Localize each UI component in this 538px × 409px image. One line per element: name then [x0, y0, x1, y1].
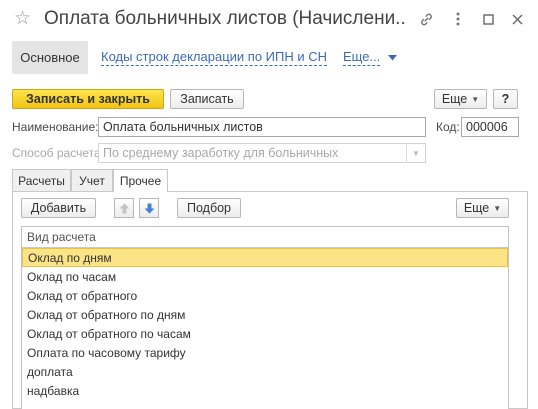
method-select: По среднему заработку для больничных ▼ — [98, 143, 426, 163]
maximize-icon[interactable] — [478, 9, 498, 29]
table-row[interactable]: Оклад от обратного по дням — [22, 305, 508, 324]
move-down-button[interactable] — [139, 198, 159, 218]
list-more-button[interactable]: Еще ▼ — [456, 198, 509, 218]
tab-calculations[interactable]: Расчеты — [12, 169, 71, 191]
arrow-up-icon — [119, 203, 129, 213]
caret-down-icon: ▼ — [493, 203, 502, 213]
tab-accounting[interactable]: Учет — [71, 169, 113, 191]
arrow-down-icon — [144, 203, 154, 213]
nav-codes-link[interactable]: Коды строк декларации по ИПН и СН — [101, 49, 327, 66]
close-icon[interactable] — [507, 9, 527, 29]
save-button[interactable]: Записать — [170, 89, 244, 109]
table-row[interactable]: надбавка — [22, 381, 508, 400]
dropdown-arrow-icon: ▼ — [406, 144, 425, 162]
name-field[interactable]: Оплата больничных листов — [98, 117, 426, 137]
add-button[interactable]: Добавить — [21, 198, 96, 218]
table-row[interactable]: Оклад от обратного по часам — [22, 324, 508, 343]
favorite-star-icon[interactable]: ☆ — [14, 8, 31, 30]
table-row[interactable]: Оклад по часам — [22, 267, 508, 286]
calc-types-table: Вид расчета Оклад по дням Оклад по часам… — [21, 226, 509, 409]
save-and-close-button[interactable]: Записать и закрыть — [12, 89, 164, 109]
nav-main[interactable]: Основное — [12, 41, 88, 74]
move-up-button[interactable] — [114, 198, 134, 218]
caret-down-icon: ▼ — [471, 94, 480, 104]
more-options-icon[interactable] — [448, 9, 468, 29]
help-button[interactable]: ? — [493, 89, 518, 109]
table-row[interactable]: доплата — [22, 362, 508, 381]
table-row[interactable]: Оклад по дням — [22, 248, 508, 267]
column-header-calc-type[interactable]: Вид расчета — [22, 227, 508, 248]
nav-more-label[interactable]: Еще... — [343, 49, 381, 66]
method-value: По среднему заработку для больничных — [103, 146, 339, 160]
list-more-label: Еще — [463, 201, 490, 215]
name-label: Наименование: — [12, 120, 99, 134]
tab-other[interactable]: Прочее — [113, 169, 168, 192]
method-label: Способ расчета: — [12, 146, 104, 160]
link-icon[interactable] — [416, 9, 436, 29]
table-row[interactable]: Оклад от обратного — [22, 286, 508, 305]
code-label: Код: — [436, 120, 460, 134]
code-field[interactable]: 000006 — [461, 117, 519, 137]
more-button[interactable]: Еще ▼ — [434, 89, 487, 109]
more-button-label: Еще — [441, 92, 468, 106]
chevron-down-icon — [388, 54, 398, 60]
table-row[interactable]: Оплата по часовому тарифу — [22, 343, 508, 362]
nav-more[interactable]: Еще... — [343, 49, 398, 66]
window-title: Оплата больничных листов (Начислени... — [44, 8, 406, 29]
pick-button[interactable]: Подбор — [177, 198, 241, 218]
